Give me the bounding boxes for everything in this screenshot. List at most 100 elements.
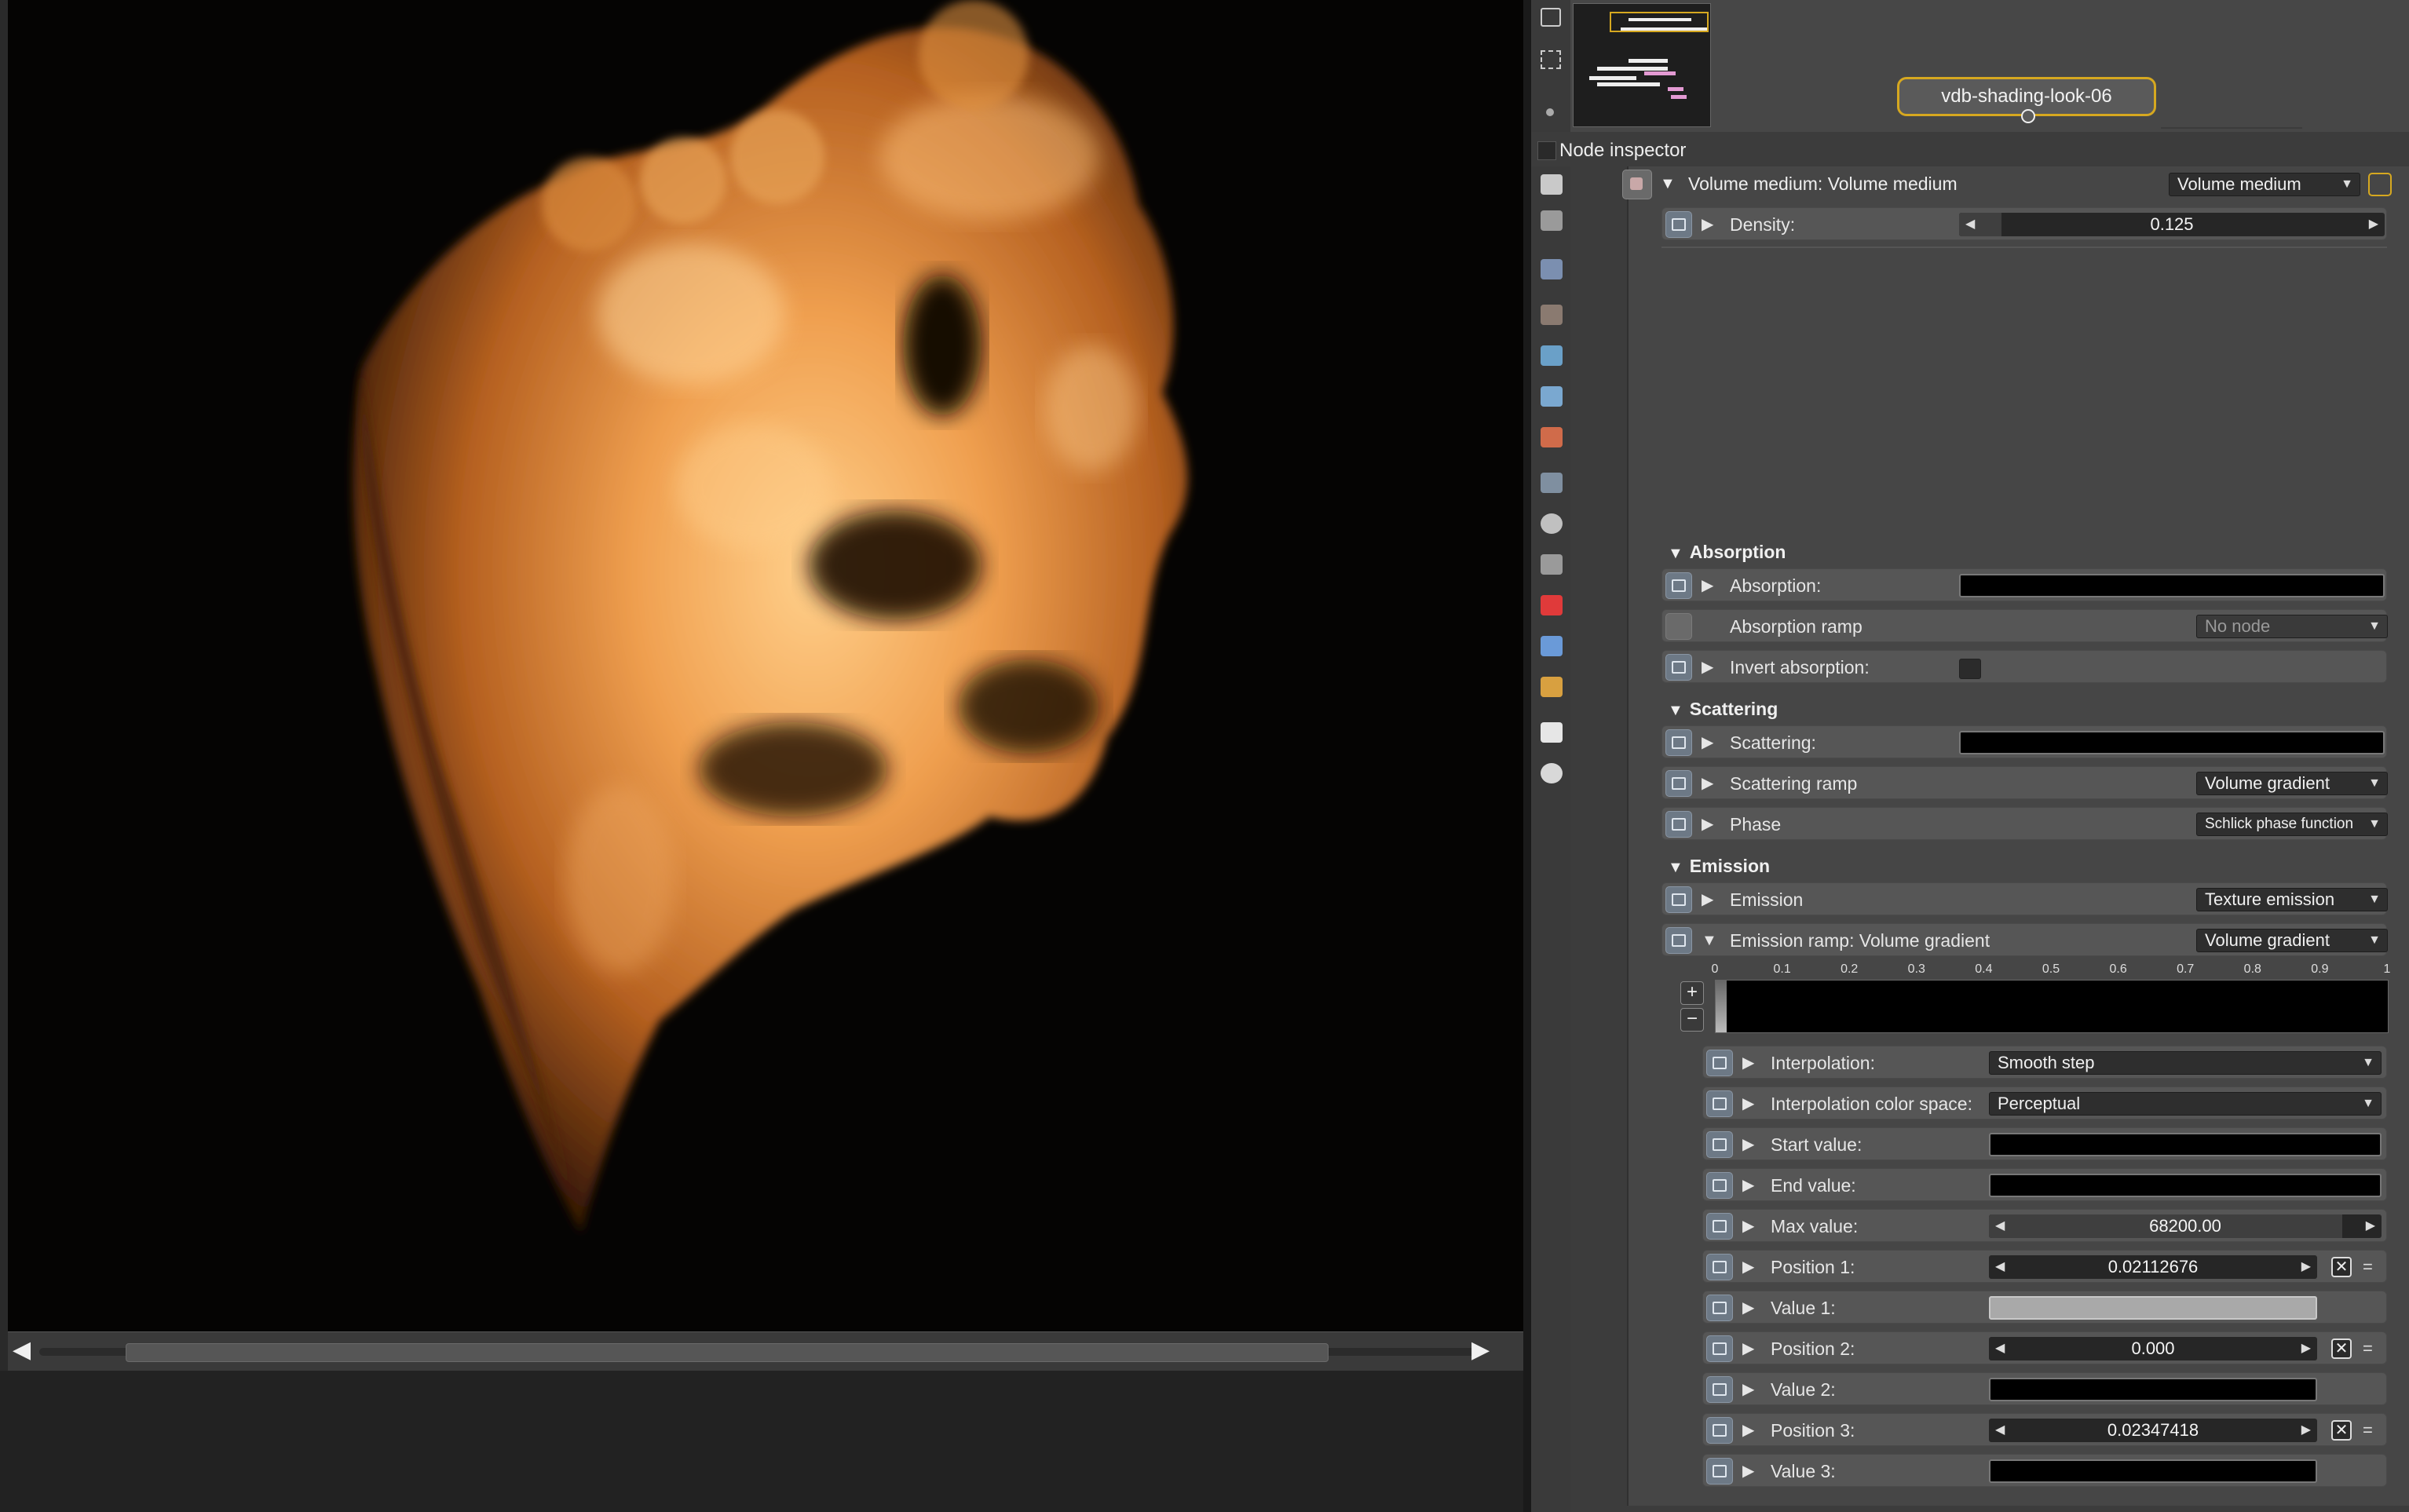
remove-stop-icon[interactable]: ✕ [2331,1257,2352,1277]
node-type-dropdown[interactable]: Volume medium ▼ [2169,173,2360,196]
remove-stop-icon[interactable]: ✕ [2331,1420,2352,1441]
decrement-icon[interactable]: ◀ [1995,1419,2005,1442]
texture-icon[interactable] [1665,770,1692,797]
picture-icon[interactable] [1541,722,1563,743]
texture-icon[interactable] [1541,554,1563,575]
curve-icon[interactable] [1706,1131,1733,1158]
expand-icon[interactable]: ▶ [1702,883,1713,916]
expand-icon[interactable]: ▶ [1742,1087,1754,1120]
interpolation-dropdown[interactable]: Smooth step ▼ [1989,1051,2382,1075]
emission-icon[interactable] [1665,886,1692,913]
camera-icon[interactable] [1541,305,1563,325]
value3-color-field[interactable] [1989,1459,2317,1483]
volume-icon[interactable] [1541,677,1563,697]
clock-icon[interactable] [1541,513,1563,534]
gradient-bar[interactable] [1715,980,2389,1033]
horizontal-scrollbar[interactable]: ◀ ▶ [8,1331,1523,1371]
start-value-field[interactable] [1989,1133,2382,1156]
increment-icon[interactable]: ▶ [2301,1419,2311,1442]
increment-icon[interactable]: ▶ [2369,213,2378,236]
emission-dropdown[interactable]: Texture emission ▼ [2196,888,2388,911]
expand-icon[interactable]: ▶ [1742,1455,1754,1488]
expand-icon[interactable]: ▶ [1742,1251,1754,1284]
link-icon[interactable]: = [2363,1251,2373,1284]
link-icon[interactable]: = [2363,1414,2373,1447]
curve-icon[interactable] [1706,1172,1733,1199]
texture-icon[interactable] [1665,729,1692,756]
color-space-dropdown[interactable]: Perceptual ▼ [1989,1092,2382,1116]
node-output-pin[interactable] [2021,109,2035,123]
material-icon[interactable] [1541,427,1563,447]
graph-dot-icon[interactable] [1546,108,1554,116]
expand-icon[interactable]: ▶ [1742,1332,1754,1365]
expand-icon[interactable]: ▶ [1702,808,1713,841]
curve-icon[interactable] [1706,1254,1733,1280]
add-stop-button[interactable]: + [1680,981,1704,1005]
expand-icon[interactable]: ▶ [1702,726,1713,759]
curve-icon[interactable] [1706,1295,1733,1321]
invert-absorption-checkbox[interactable] [1959,659,1981,679]
expand-icon[interactable]: ▶ [1702,651,1713,684]
decrement-icon[interactable]: ◀ [1995,1255,2005,1279]
expand-icon[interactable]: ▶ [1742,1046,1754,1079]
curve-icon[interactable] [1706,1335,1733,1362]
pane-divider[interactable] [1523,0,1531,1512]
bool-icon[interactable] [1665,654,1692,681]
section-scattering[interactable]: ▼ Scattering [1668,696,1778,724]
render-viewport[interactable] [8,0,1523,1331]
curve-icon[interactable] [1706,1417,1733,1444]
decrement-icon[interactable]: ◀ [1995,1214,2005,1238]
scattering-ramp-dropdown[interactable]: Volume gradient ▼ [2196,772,2388,795]
environment-icon[interactable] [1541,345,1563,366]
expand-icon[interactable]: ▶ [1742,1414,1754,1447]
graph-node[interactable]: vdb-shading-look-06 [1897,77,2156,123]
curve-icon[interactable] [1706,1458,1733,1485]
scroll-thumb[interactable] [126,1343,1329,1362]
increment-icon[interactable]: ▶ [2301,1337,2311,1360]
enum-icon[interactable] [1706,1050,1733,1076]
increment-icon[interactable]: ▶ [2301,1255,2311,1279]
texture-icon[interactable] [1665,572,1692,599]
position1-slider[interactable]: ◀ 0.02112676 ▶ [1989,1255,2317,1279]
curve-icon[interactable] [1665,211,1692,238]
expand-icon[interactable]: ▶ [1742,1291,1754,1324]
density-slider[interactable]: ◀ 0.125 ▶ [1959,213,2385,236]
curve-icon[interactable] [1706,1213,1733,1240]
decrement-icon[interactable]: ◀ [1965,213,1975,236]
image-icon[interactable] [1541,259,1563,279]
expand-icon[interactable]: ▶ [1702,569,1713,602]
inspector-toggle[interactable] [1537,141,1556,160]
increment-icon[interactable]: ▶ [2366,1214,2375,1238]
scattering-color-field[interactable] [1959,731,2385,754]
remove-stop-button[interactable]: − [1680,1008,1704,1032]
layers-icon[interactable] [1541,174,1563,195]
expand-icon[interactable]: ▶ [1702,767,1713,800]
texture-icon[interactable] [1665,927,1692,954]
object-icon[interactable] [1541,636,1563,656]
collapse-icon[interactable]: ▼ [1660,166,1676,201]
phase-dropdown[interactable]: Schlick phase function ▼ [2196,813,2388,836]
stack-icon[interactable] [1541,210,1563,231]
value1-color-field[interactable] [1989,1296,2317,1320]
position3-slider[interactable]: ◀ 0.02347418 ▶ [1989,1419,2317,1442]
expand-icon[interactable]: ▶ [1702,208,1713,241]
graph-minimap[interactable] [1573,3,1711,127]
expand-icon[interactable]: ▶ [1742,1169,1754,1202]
pin-icon[interactable] [2368,173,2392,196]
section-absorption[interactable]: ▼ Absorption [1668,539,1786,567]
collapse-icon[interactable]: ▼ [1702,924,1717,957]
remove-stop-icon[interactable]: ✕ [2331,1339,2352,1359]
curve-icon[interactable] [1706,1376,1733,1403]
node-icon[interactable] [1622,170,1652,199]
render-target-icon[interactable] [1541,473,1563,493]
section-emission[interactable]: ▼ Emission [1668,853,1770,881]
expand-icon[interactable]: ▶ [1742,1373,1754,1406]
graph-select-icon[interactable] [1541,50,1561,69]
enum-icon[interactable] [1706,1090,1733,1117]
absorption-ramp-dropdown[interactable]: No node ▼ [2196,615,2388,638]
absorption-color-field[interactable] [1959,574,2385,597]
position2-slider[interactable]: ◀ 0.000 ▶ [1989,1337,2317,1360]
expand-icon[interactable]: ▶ [1742,1210,1754,1243]
light-icon[interactable] [1541,763,1563,783]
phase-icon[interactable] [1665,811,1692,838]
